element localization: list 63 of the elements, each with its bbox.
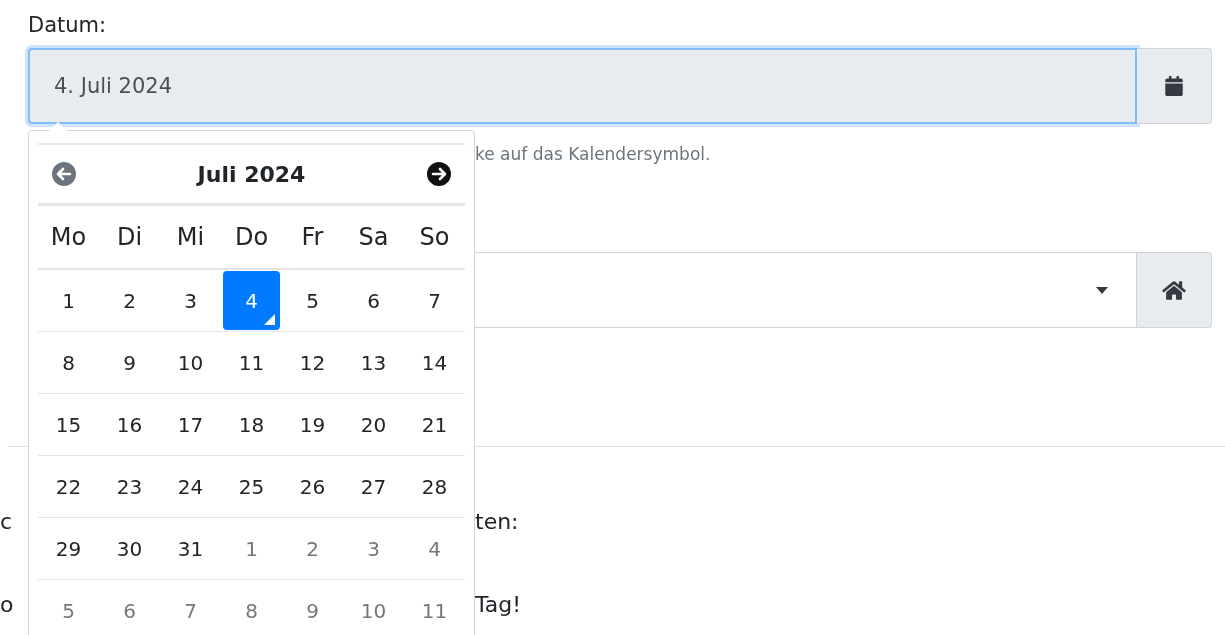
help-text: ke auf das Kalendersymbol. <box>474 143 712 166</box>
calendar-day[interactable]: 16 <box>101 395 158 454</box>
text-fragment: o <box>0 591 14 617</box>
calendar-day[interactable]: 29 <box>40 519 97 578</box>
calendar-day[interactable]: 12 <box>284 333 341 392</box>
calendar-day[interactable]: 18 <box>223 395 280 454</box>
calendar-day[interactable]: 26 <box>284 457 341 516</box>
calendar-day[interactable]: 14 <box>406 333 463 392</box>
calendar-day[interactable]: 6 <box>101 581 158 635</box>
calendar-day[interactable]: 8 <box>40 333 97 392</box>
calendar-day[interactable]: 31 <box>162 519 219 578</box>
month-title[interactable]: Juli 2024 <box>197 161 306 187</box>
calendar-day[interactable]: 4 <box>223 271 280 330</box>
calendar-day[interactable]: 9 <box>284 581 341 635</box>
weekday-label: Mi <box>160 206 221 270</box>
calendar-day[interactable]: 3 <box>162 271 219 330</box>
calendar-day[interactable]: 11 <box>223 333 280 392</box>
calendar-button[interactable] <box>1137 48 1212 124</box>
calendar-day[interactable]: 25 <box>223 457 280 516</box>
calendar-day[interactable]: 7 <box>406 271 463 330</box>
calendar-day[interactable]: 1 <box>223 519 280 578</box>
calendar-day[interactable]: 21 <box>406 395 463 454</box>
calendar-day[interactable]: 5 <box>284 271 341 330</box>
calendar-day[interactable]: 11 <box>406 581 463 635</box>
calendar-day[interactable]: 10 <box>162 333 219 392</box>
weekday-label: Mo <box>38 206 99 270</box>
weekday-label: Sa <box>343 206 404 270</box>
calendar-day[interactable]: 17 <box>162 395 219 454</box>
date-input[interactable]: 4. Juli 2024 <box>28 48 1137 124</box>
calendar-day[interactable]: 2 <box>284 519 341 578</box>
calendar-day[interactable]: 23 <box>101 457 158 516</box>
next-month-icon[interactable] <box>427 162 451 186</box>
calendar-day[interactable]: 10 <box>345 581 402 635</box>
field-label: Datum: <box>28 12 107 39</box>
text-fragment: Tag! <box>475 591 522 617</box>
text-fragment: c <box>0 508 13 534</box>
calendar-day[interactable]: 24 <box>162 457 219 516</box>
weekday-label: So <box>404 206 465 270</box>
calendar-day[interactable]: 27 <box>345 457 402 516</box>
calendar-day[interactable]: 8 <box>223 581 280 635</box>
calendar-day[interactable]: 6 <box>345 271 402 330</box>
calendar-day[interactable]: 2 <box>101 271 158 330</box>
calendar-day[interactable]: 22 <box>40 457 97 516</box>
weekday-label: Di <box>99 206 160 270</box>
calendar-day[interactable]: 1 <box>40 271 97 330</box>
home-button[interactable] <box>1137 252 1212 328</box>
calendar-day[interactable]: 15 <box>40 395 97 454</box>
previous-month-icon[interactable] <box>52 162 76 186</box>
calendar-day[interactable]: 13 <box>345 333 402 392</box>
calendar-day[interactable]: 7 <box>162 581 219 635</box>
weekday-label: Fr <box>282 206 343 270</box>
calendar-icon <box>1165 76 1183 96</box>
calendar-day[interactable]: 19 <box>284 395 341 454</box>
calendar-day[interactable]: 20 <box>345 395 402 454</box>
calendar-day[interactable]: 30 <box>101 519 158 578</box>
text-fragment: ten: <box>475 508 519 534</box>
home-icon <box>1161 279 1187 301</box>
calendar-day[interactable]: 28 <box>406 457 463 516</box>
calendar-day[interactable]: 4 <box>406 519 463 578</box>
calendar-day[interactable]: 3 <box>345 519 402 578</box>
calendar-day[interactable]: 5 <box>40 581 97 635</box>
caret-icon <box>1096 286 1108 294</box>
calendar-day[interactable]: 9 <box>101 333 158 392</box>
